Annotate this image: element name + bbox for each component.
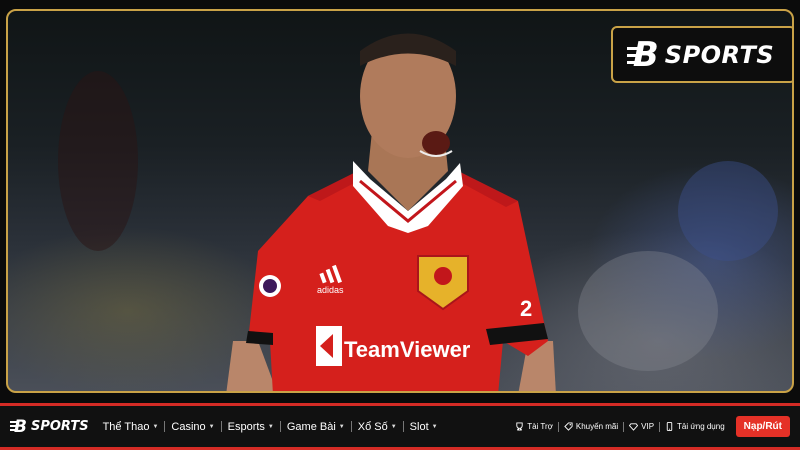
caret-down-icon: ▼ <box>267 423 274 430</box>
bottom-nav-bar: B SPORTS Thể Thao ▼ Casino ▼ Esports ▼ Game… <box>0 403 800 450</box>
nav-logo-text: SPORTS <box>30 419 89 434</box>
nav-logo[interactable]: B SPORTS <box>10 416 89 437</box>
menu-item-casino[interactable]: Casino ▼ <box>165 421 220 433</box>
link-label: Tải ứng dụng <box>677 422 725 431</box>
menu-item-esports[interactable]: Esports ▼ <box>222 421 280 433</box>
caret-down-icon: ▼ <box>431 423 438 430</box>
menu-item-slot[interactable]: Slot ▼ <box>404 421 444 433</box>
link-label: Tài Trợ <box>527 422 553 431</box>
diamond-icon <box>629 423 639 431</box>
tag-icon <box>564 422 573 431</box>
link-label: VIP <box>641 422 655 431</box>
link-download-app[interactable]: Tải ứng dụng <box>660 422 730 431</box>
deposit-withdraw-button[interactable]: Nạp/Rút <box>735 416 790 437</box>
main-menu: Thể Thao ▼ Casino ▼ Esports ▼ Game Bài ▼ Xổ … <box>97 421 444 433</box>
svg-text:2: 2 <box>520 296 532 321</box>
menu-item-xo-so[interactable]: Xổ Số ▼ <box>352 421 403 433</box>
nav-logo-letter: B <box>10 416 27 437</box>
caret-down-icon: ▼ <box>152 423 159 430</box>
link-vip[interactable]: VIP <box>624 422 659 431</box>
menu-item-the-thao[interactable]: Thể Thao ▼ <box>97 421 165 433</box>
phone-icon <box>666 422 673 431</box>
jersey-sponsor-text: TeamViewer <box>344 337 471 362</box>
caret-down-icon: ▼ <box>208 423 215 430</box>
trophy-icon <box>516 422 523 431</box>
menu-label: Thể Thao <box>102 420 150 433</box>
hero-banner: adidas TeamViewer 2 B SPORTS <box>6 9 794 393</box>
menu-label: Casino <box>171 420 206 433</box>
link-promotions[interactable]: Khuyến mãi <box>559 422 623 431</box>
caret-down-icon: ▼ <box>390 423 397 430</box>
menu-label: Slot <box>409 420 429 433</box>
brand-logo-text: SPORTS <box>664 40 775 69</box>
link-sponsor[interactable]: Tài Trợ <box>510 422 558 431</box>
menu-item-game-bai[interactable]: Game Bài ▼ <box>281 421 351 433</box>
brand-logo-letter: B <box>626 34 659 75</box>
kit-brand-text: adidas <box>317 285 344 295</box>
utility-links: Tài Trợ Khuyến mãi VIP Tải ứng dụng Nạp/… <box>510 416 790 437</box>
menu-label: Esports <box>227 420 265 433</box>
link-label: Khuyến mãi <box>575 422 619 431</box>
menu-label: Xổ Số <box>357 420 388 433</box>
caret-down-icon: ▼ <box>338 423 345 430</box>
brand-logo-badge[interactable]: B SPORTS <box>611 26 792 83</box>
menu-label: Game Bài <box>286 420 336 433</box>
